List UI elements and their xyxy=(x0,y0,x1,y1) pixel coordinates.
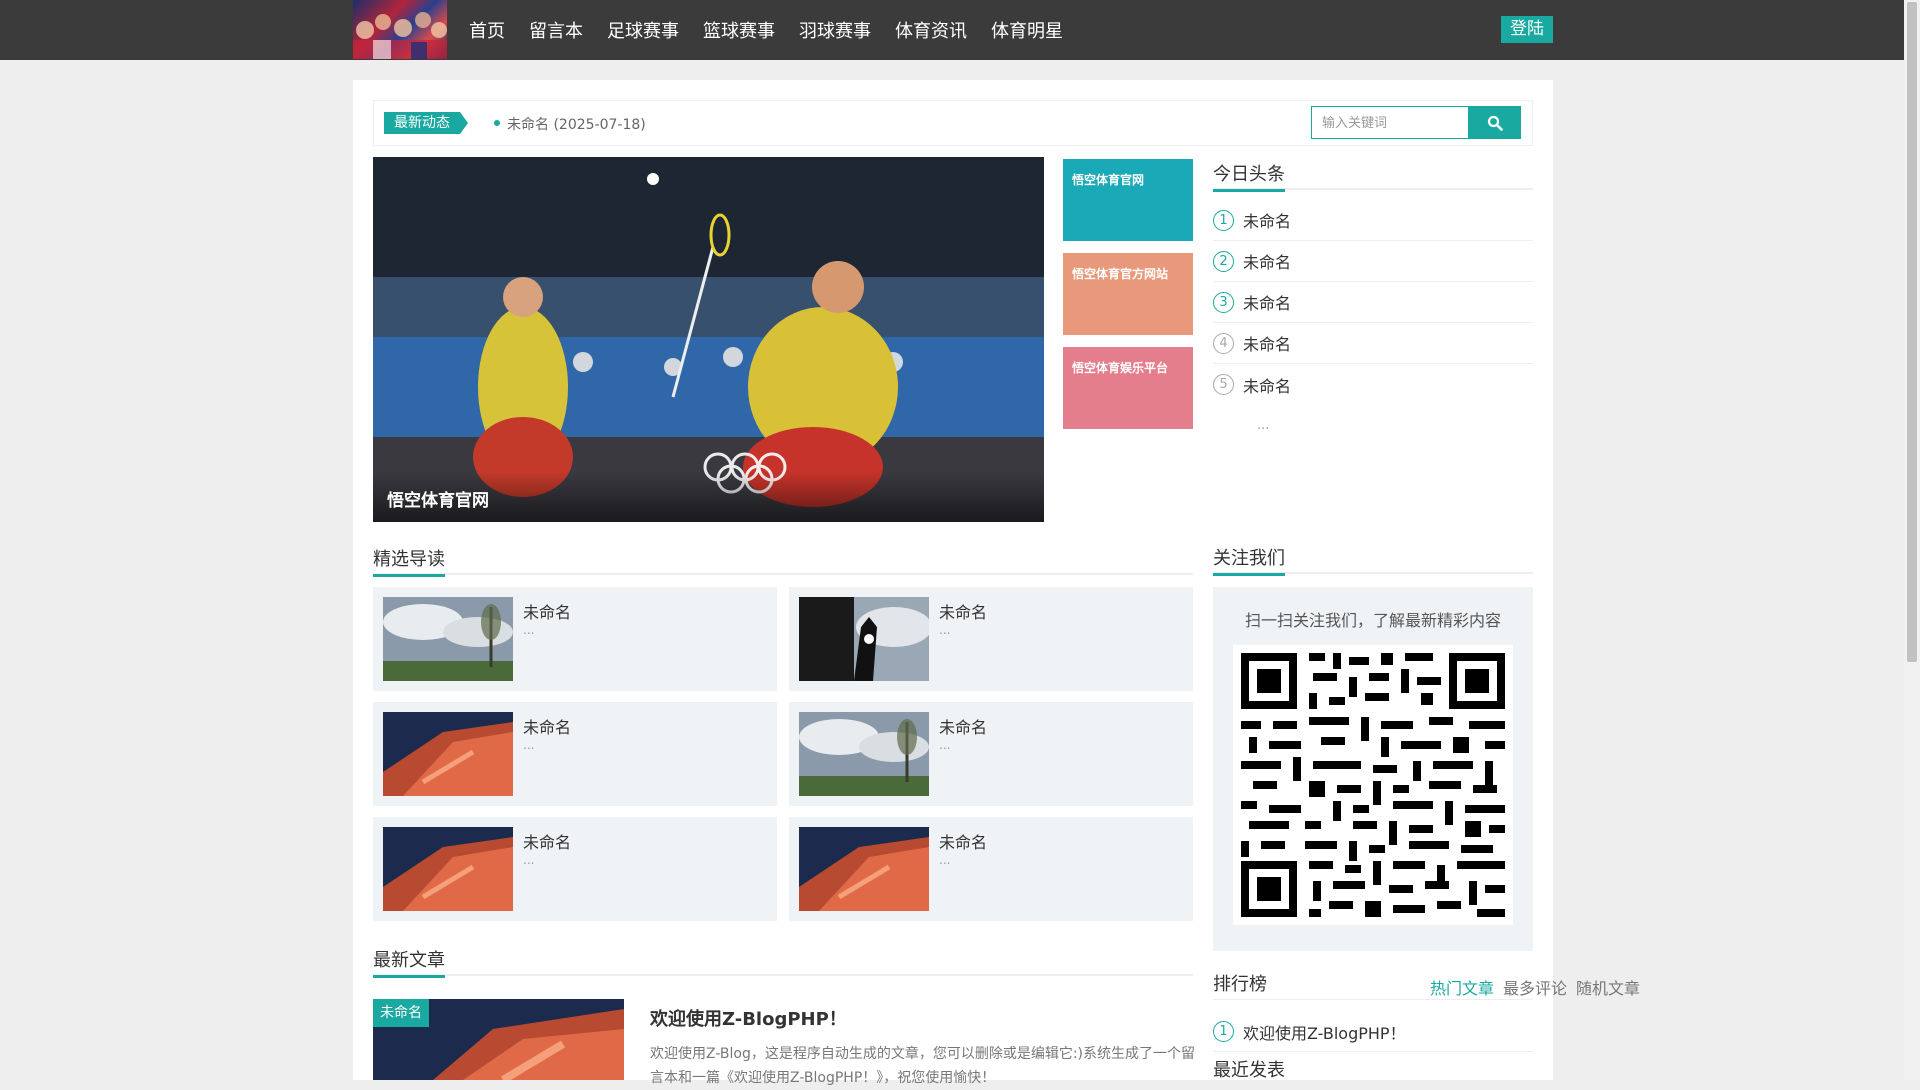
article-excerpt: 欢迎使用Z-Blog，这是程序自动生成的文章，您可以删除或是编辑它:)系统生成了… xyxy=(650,1046,1196,1086)
ticker-item-link[interactable]: 未命名 (2025-07-18) xyxy=(507,114,646,134)
featured-thumb-sky-tree[interactable] xyxy=(383,597,513,681)
featured-card-title[interactable]: 未命名 xyxy=(523,714,571,738)
rank-number-badge: 3 xyxy=(1213,291,1234,313)
featured-card-desc: ... xyxy=(939,623,951,637)
nav-guestbook[interactable]: 留言本 xyxy=(529,17,583,43)
headlines-more: ... xyxy=(1257,418,1270,433)
recent-title: 最近发表 xyxy=(1213,1060,1285,1081)
headline-item[interactable]: 1 未命名 xyxy=(1213,200,1533,241)
recent-section-title: 最近发表 xyxy=(1213,1056,1533,1086)
follow-section-title: 关注我们 xyxy=(1213,544,1533,576)
headline-text[interactable]: 未命名 xyxy=(1243,331,1291,355)
tile-wukong-official-site[interactable]: 悟空体育官方网站 xyxy=(1063,253,1193,335)
latest-title: 最新文章 xyxy=(373,946,445,978)
featured-card-desc: ... xyxy=(939,853,951,867)
latest-section-title: 最新文章 xyxy=(373,946,1193,978)
headline-text[interactable]: 未命名 xyxy=(1243,208,1291,232)
tile-label: 悟空体育官方网站 xyxy=(1072,267,1169,281)
search-icon xyxy=(1487,115,1503,131)
featured-card-desc: ... xyxy=(523,623,535,637)
ticker-tag: 最新动态 xyxy=(384,112,468,134)
headline-text[interactable]: 未命名 xyxy=(1243,373,1291,397)
featured-card[interactable]: 未命名 ... xyxy=(789,702,1193,806)
slider-caption-overlay: 悟空体育官网 xyxy=(373,472,1044,522)
ranking-item[interactable]: 1 欢迎使用Z-BlogPHP！ xyxy=(1213,1012,1533,1052)
nav-home[interactable]: 首页 xyxy=(469,17,505,43)
top-header: 首页 留言本 足球赛事 篮球赛事 羽球赛事 体育资讯 体育明星 登陆 xyxy=(0,0,1904,60)
headlines-section-title: 今日头条 xyxy=(1213,160,1533,192)
tab-most-comments[interactable]: 最多评论 xyxy=(1503,975,1567,999)
tile-label: 悟空体育娱乐平台 xyxy=(1072,361,1169,375)
headline-item[interactable]: 5 未命名 xyxy=(1213,364,1533,405)
rank-number-badge: 4 xyxy=(1213,332,1234,354)
featured-card-desc: ... xyxy=(939,738,951,752)
featured-card-title[interactable]: 未命名 xyxy=(939,599,987,623)
featured-card-desc: ... xyxy=(523,738,535,752)
page-scrollbar[interactable] xyxy=(1904,0,1920,1080)
follow-title: 关注我们 xyxy=(1213,544,1285,576)
login-button[interactable]: 登陆 xyxy=(1501,16,1553,43)
featured-card[interactable]: 未命名 ... xyxy=(789,817,1193,921)
scrollbar-thumb[interactable] xyxy=(1907,2,1917,662)
featured-thumb-hands-sun[interactable] xyxy=(799,597,929,681)
rank-number-badge: 1 xyxy=(1213,1021,1234,1042)
search-button[interactable] xyxy=(1468,106,1521,139)
featured-card[interactable]: 未命名 ... xyxy=(789,587,1193,691)
follow-box: 扫一扫关注我们，了解最新精彩内容 xyxy=(1213,587,1533,951)
featured-thumb-hand-keys[interactable] xyxy=(383,827,513,911)
news-ticker: 最新动态 未命名 (2025-07-18) xyxy=(373,100,1533,146)
nav-badminton[interactable]: 羽球赛事 xyxy=(799,17,871,43)
tile-wukong-entertainment[interactable]: 悟空体育娱乐平台 xyxy=(1063,347,1193,429)
ranking-item-text[interactable]: 欢迎使用Z-BlogPHP！ xyxy=(1243,1020,1406,1044)
nav-sports-stars[interactable]: 体育明星 xyxy=(991,17,1063,43)
featured-title: 精选导读 xyxy=(373,545,445,577)
tile-wukong-official[interactable]: 悟空体育官网 xyxy=(1063,159,1193,241)
featured-thumb-hand-keys[interactable] xyxy=(383,712,513,796)
featured-card-title[interactable]: 未命名 xyxy=(939,714,987,738)
featured-section-title: 精选导读 xyxy=(373,545,1193,577)
headlines-list: 1 未命名 2 未命名 3 未命名 4 未命名 5 未命名 xyxy=(1213,200,1533,405)
featured-card-title[interactable]: 未命名 xyxy=(939,829,987,853)
nav-football[interactable]: 足球赛事 xyxy=(607,17,679,43)
headline-text[interactable]: 未命名 xyxy=(1243,290,1291,314)
rank-number-badge: 1 xyxy=(1213,209,1234,231)
main-nav: 首页 留言本 足球赛事 篮球赛事 羽球赛事 体育资讯 体育明星 xyxy=(457,0,1087,60)
featured-card-title[interactable]: 未命名 xyxy=(523,829,571,853)
featured-card[interactable]: 未命名 ... xyxy=(373,587,777,691)
tab-random-articles[interactable]: 随机文章 xyxy=(1576,975,1640,999)
tile-label: 悟空体育官网 xyxy=(1072,173,1145,187)
headline-item[interactable]: 3 未命名 xyxy=(1213,282,1533,323)
tab-hot-articles[interactable]: 热门文章 xyxy=(1430,975,1494,999)
featured-thumb-sky-tree[interactable] xyxy=(799,712,929,796)
ranking-title: 排行榜 xyxy=(1213,974,1267,995)
hero-slider[interactable]: 悟空体育官网 xyxy=(373,157,1044,522)
nav-sports-news[interactable]: 体育资讯 xyxy=(895,17,967,43)
headline-item[interactable]: 4 未命名 xyxy=(1213,323,1533,364)
featured-card-title[interactable]: 未命名 xyxy=(523,599,571,623)
slider-image xyxy=(373,157,1044,522)
featured-card[interactable]: 未命名 ... xyxy=(373,817,777,921)
headline-text[interactable]: 未命名 xyxy=(1243,249,1291,273)
site-logo[interactable] xyxy=(353,0,447,59)
article-title[interactable]: 欢迎使用Z-BlogPHP！ xyxy=(650,1005,847,1031)
follow-text: 扫一扫关注我们，了解最新精彩内容 xyxy=(1244,611,1501,630)
featured-card[interactable]: 未命名 ... xyxy=(373,702,777,806)
article-category-badge[interactable]: 未命名 xyxy=(373,999,429,1027)
ticker-bullet-icon xyxy=(494,120,500,126)
qr-code-image xyxy=(1233,645,1513,925)
main-container: 最新动态 未命名 (2025-07-18) 输入关键词 悟空体育官网 悟空体育官… xyxy=(353,80,1640,1086)
slider-caption[interactable]: 悟空体育官网 xyxy=(387,486,489,511)
article-thumbnail[interactable]: 未命名 xyxy=(373,999,624,1080)
nav-basketball[interactable]: 篮球赛事 xyxy=(703,17,775,43)
rank-number-badge: 2 xyxy=(1213,250,1234,272)
featured-card-desc: ... xyxy=(523,853,535,867)
headlines-title: 今日头条 xyxy=(1213,160,1285,192)
headline-item[interactable]: 2 未命名 xyxy=(1213,241,1533,282)
rank-number-badge: 5 xyxy=(1213,374,1234,395)
search-input[interactable] xyxy=(1311,106,1469,139)
ranking-tabs: 热门文章 最多评论 随机文章 xyxy=(1430,975,1640,999)
featured-thumb-hand-keys[interactable] xyxy=(799,827,929,911)
